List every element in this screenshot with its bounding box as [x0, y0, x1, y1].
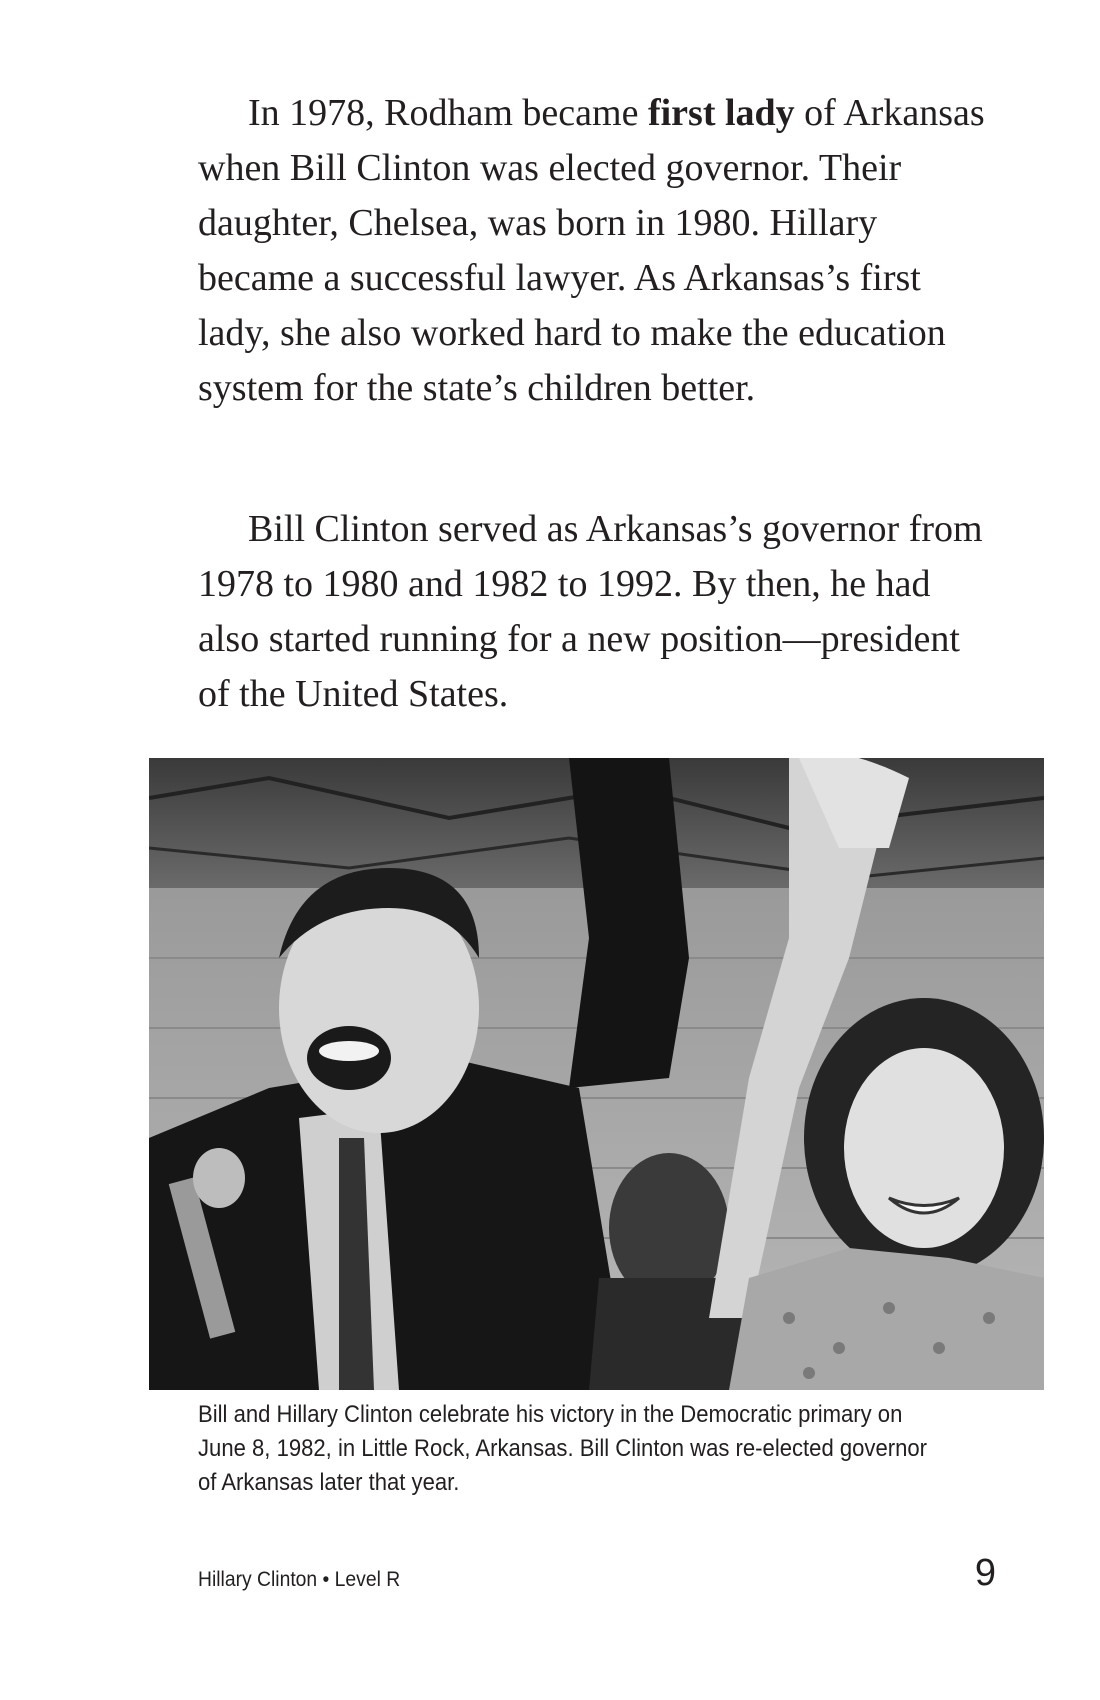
footer-book-title: Hillary Clinton • Level R — [198, 1568, 401, 1591]
clinton-celebration-photo — [149, 758, 1044, 1390]
photo-caption: Bill and Hillary Clinton celebrate his v… — [198, 1401, 928, 1496]
glossary-term-first-lady: first lady — [647, 92, 795, 134]
paragraph-2: Bill Clinton served as Arkansas’s govern… — [198, 508, 983, 715]
paragraph-1-lead: In 1978, Rodham became — [248, 92, 648, 134]
paragraph-1: In 1978, Rodham became first lady of Ark… — [198, 86, 988, 416]
paragraph-1-rest: of Arkansas when Bill Clinton was electe… — [198, 92, 985, 409]
page-number: 9 — [974, 1552, 996, 1594]
